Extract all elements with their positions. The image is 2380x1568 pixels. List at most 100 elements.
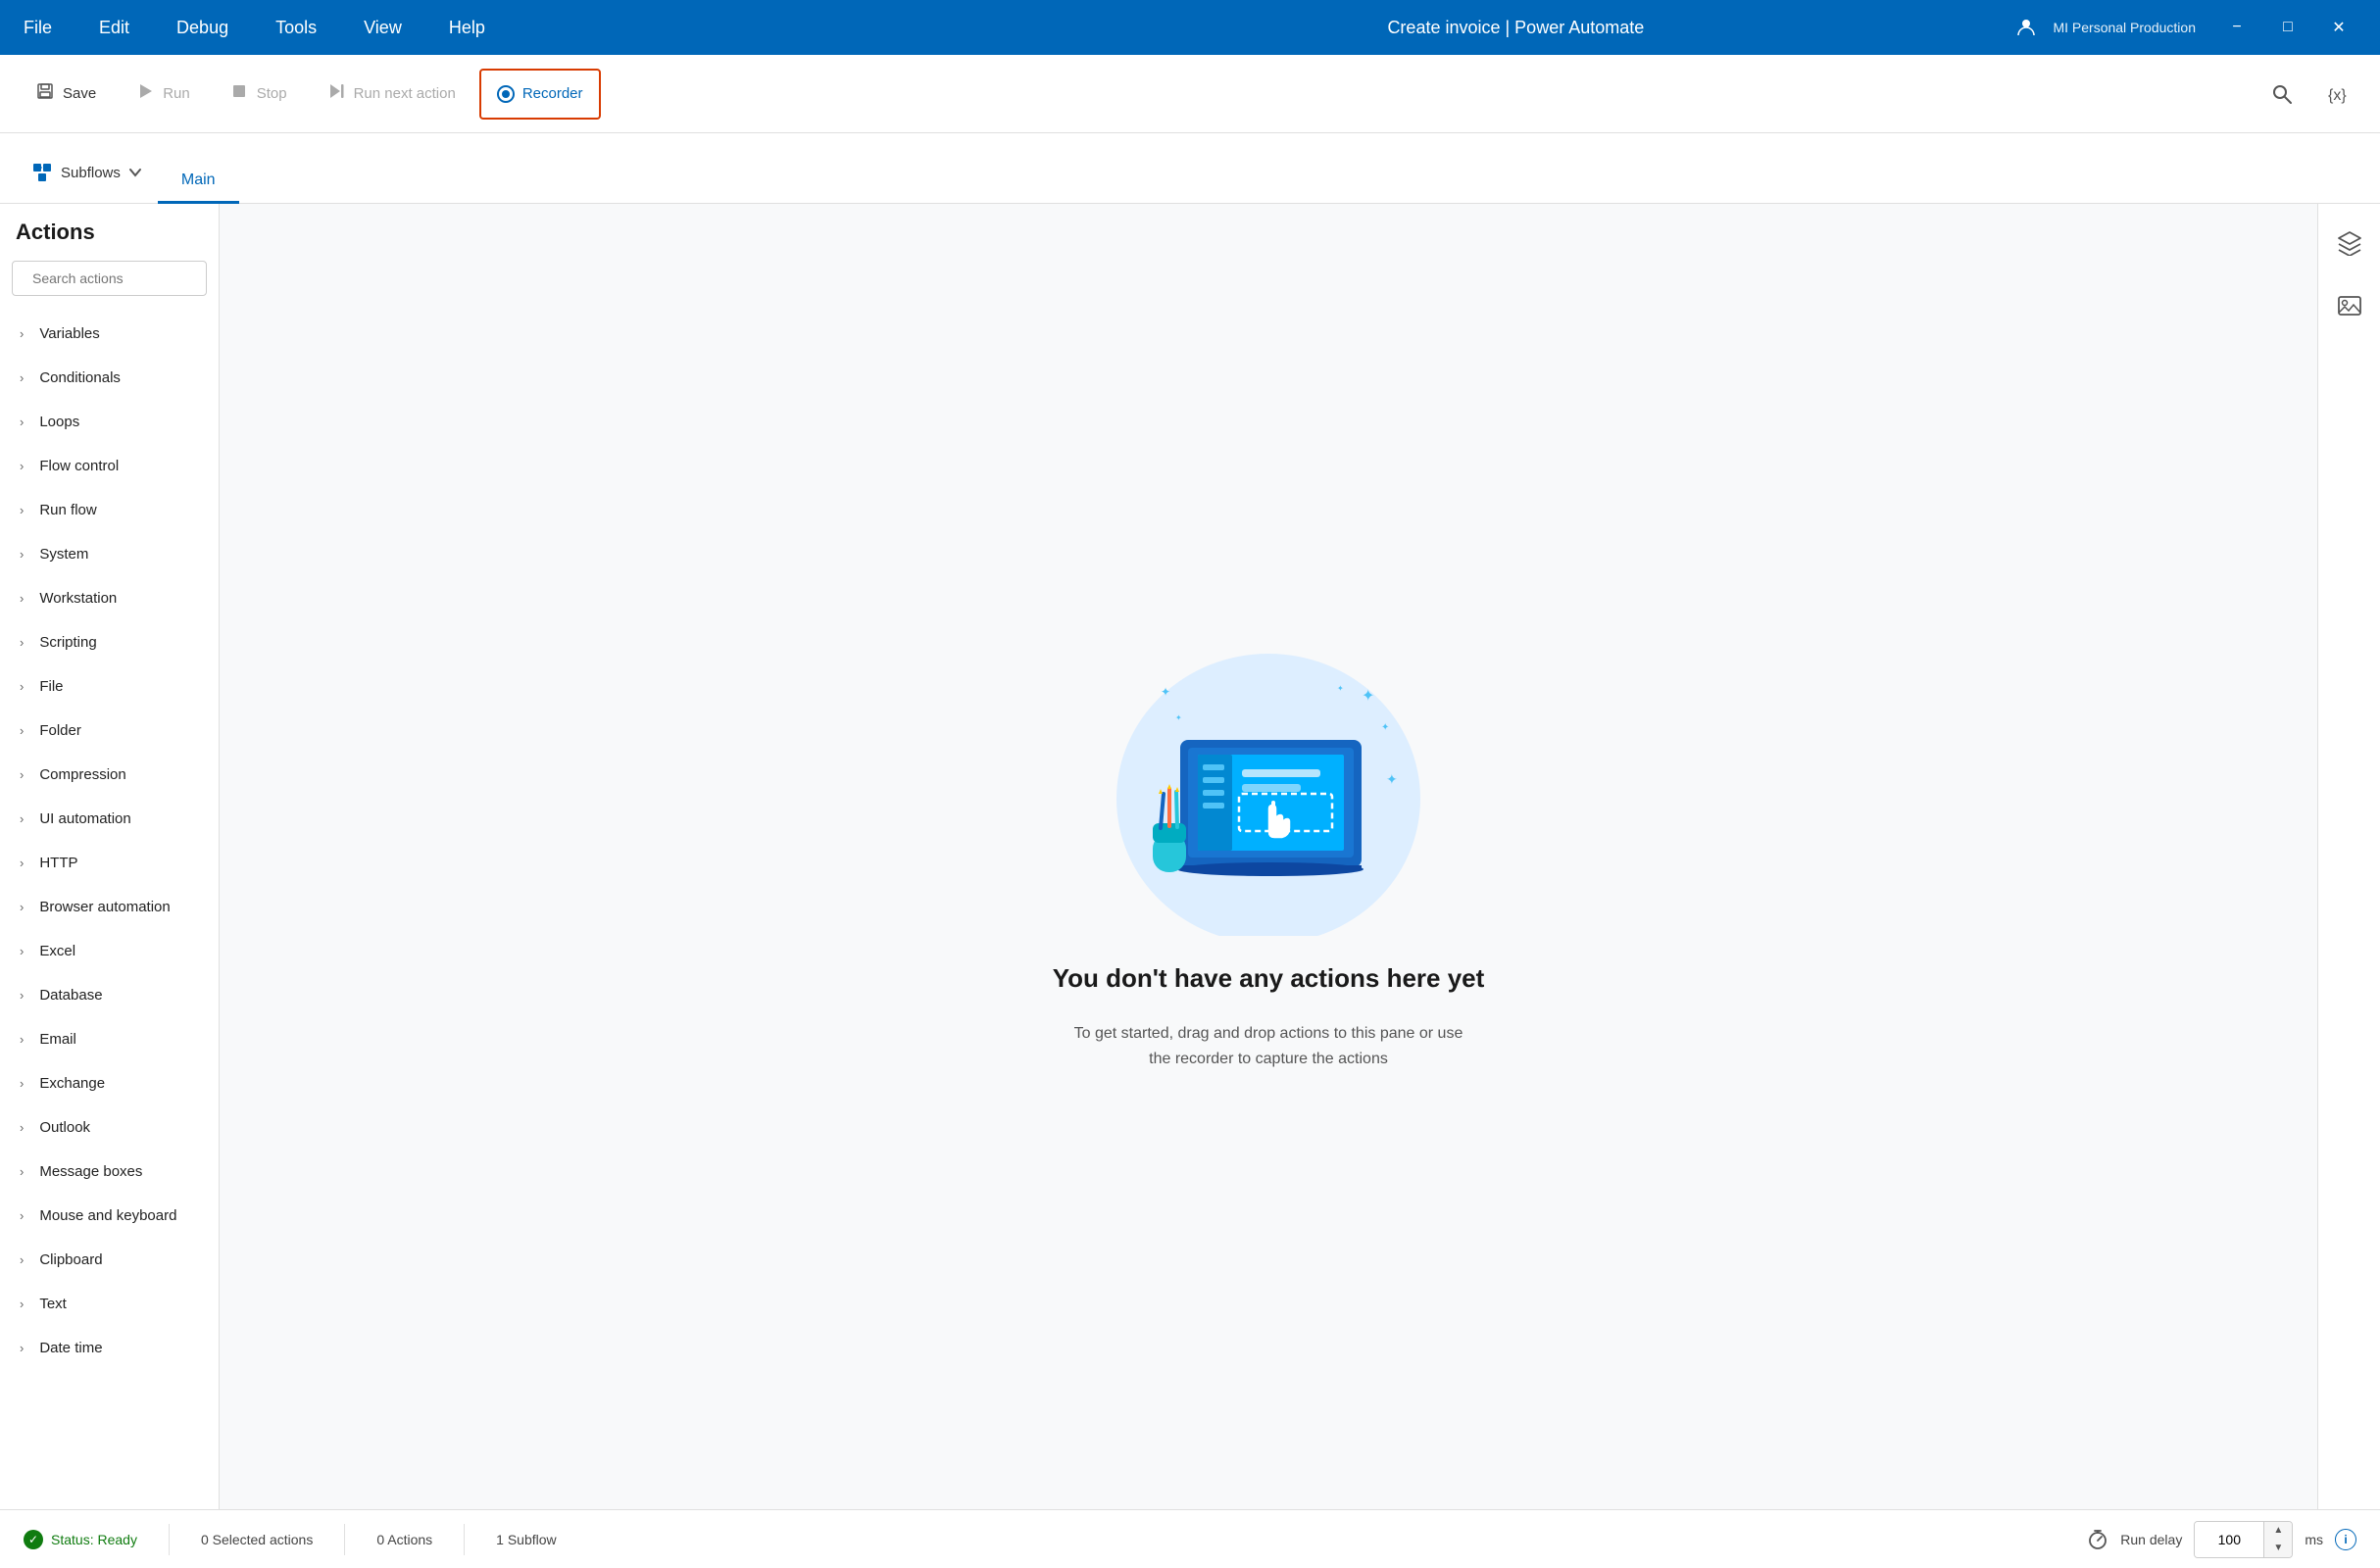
status-ready: ✓ Status: Ready xyxy=(24,1530,137,1549)
tab-main[interactable]: Main xyxy=(158,160,239,204)
menu-view[interactable]: View xyxy=(356,14,410,42)
sidebar-item-file[interactable]: › File xyxy=(0,664,219,709)
sidebar-item-label: Message boxes xyxy=(39,1163,142,1180)
sidebar-item-system[interactable]: › System xyxy=(0,532,219,576)
chevron-icon: › xyxy=(20,591,24,606)
toolbar: Save Run Stop Run next action R xyxy=(0,55,2380,133)
spinner-down-button[interactable]: ▼ xyxy=(2264,1540,2292,1557)
chevron-icon: › xyxy=(20,856,24,870)
sidebar: Actions › Variables › Conditionals › Loo… xyxy=(0,204,220,1509)
sidebar-item-text[interactable]: › Text xyxy=(0,1282,219,1326)
sidebar-item-label: Mouse and keyboard xyxy=(39,1207,176,1224)
chevron-icon: › xyxy=(20,811,24,826)
layers-button[interactable] xyxy=(2326,220,2373,267)
chevron-icon: › xyxy=(20,1076,24,1091)
sidebar-item-label: HTTP xyxy=(39,855,77,871)
sidebar-item-label: Workstation xyxy=(39,590,117,607)
spinner-up-button[interactable]: ▲ xyxy=(2264,1522,2292,1540)
sidebar-item-workstation[interactable]: › Workstation xyxy=(0,576,219,620)
search-button[interactable] xyxy=(2258,71,2306,118)
chevron-icon: › xyxy=(20,944,24,958)
sidebar-item-label: Database xyxy=(39,987,102,1004)
sidebar-item-clipboard[interactable]: › Clipboard xyxy=(0,1238,219,1282)
menu-edit[interactable]: Edit xyxy=(91,14,137,42)
sidebar-item-label: Email xyxy=(39,1031,76,1048)
sidebar-item-label: Excel xyxy=(39,943,75,959)
close-button[interactable]: ✕ xyxy=(2313,0,2364,55)
menu-file[interactable]: File xyxy=(16,14,60,42)
svg-text:{x}: {x} xyxy=(2328,87,2347,104)
stop-icon xyxy=(229,81,249,106)
chevron-icon: › xyxy=(20,1341,24,1355)
chevron-icon: › xyxy=(20,459,24,473)
subflows-label: Subflows xyxy=(61,165,121,181)
menu-tools[interactable]: Tools xyxy=(268,14,324,42)
recorder-label: Recorder xyxy=(522,85,583,102)
run-delay-group: Run delay ▲ ▼ ms i xyxy=(2087,1521,2356,1558)
sidebar-item-label: Folder xyxy=(39,722,81,739)
sidebar-header: Actions xyxy=(0,204,219,261)
sidebar-item-browser-automation[interactable]: › Browser automation xyxy=(0,885,219,929)
account-icon xyxy=(2015,17,2037,38)
sidebar-item-label: Clipboard xyxy=(39,1251,102,1268)
search-box[interactable] xyxy=(12,261,207,296)
empty-subtitle: To get started, drag and drop actions to… xyxy=(1063,1021,1474,1071)
chevron-icon: › xyxy=(20,1297,24,1311)
sidebar-item-excel[interactable]: › Excel xyxy=(0,929,219,973)
svg-text:✦: ✦ xyxy=(1337,684,1344,693)
chevron-icon: › xyxy=(20,326,24,341)
chevron-icon: › xyxy=(20,370,24,385)
maximize-button[interactable]: □ xyxy=(2262,0,2313,55)
save-icon xyxy=(35,81,55,106)
sidebar-item-outlook[interactable]: › Outlook xyxy=(0,1105,219,1150)
save-button[interactable]: Save xyxy=(20,69,112,120)
actions-count: 0 Actions xyxy=(376,1532,432,1547)
image-button[interactable] xyxy=(2326,282,2373,329)
main-layout: Actions › Variables › Conditionals › Loo… xyxy=(0,204,2380,1509)
window-controls: − □ ✕ xyxy=(2211,0,2364,55)
chevron-icon: › xyxy=(20,1120,24,1135)
run-delay-unit: ms xyxy=(2305,1532,2323,1547)
run-next-icon xyxy=(326,81,346,106)
sidebar-item-label: File xyxy=(39,678,63,695)
search-input[interactable] xyxy=(32,270,210,286)
sidebar-item-label: Date time xyxy=(39,1340,102,1356)
minimize-button[interactable]: − xyxy=(2211,0,2262,55)
sidebar-item-compression[interactable]: › Compression xyxy=(0,753,219,797)
sidebar-item-conditionals[interactable]: › Conditionals xyxy=(0,356,219,400)
sidebar-item-http[interactable]: › HTTP xyxy=(0,841,219,885)
empty-illustration: ✦ ✦ ✦ ✦ ✦ ✦ xyxy=(1082,642,1455,936)
run-delay-input[interactable] xyxy=(2195,1522,2263,1557)
sidebar-item-exchange[interactable]: › Exchange xyxy=(0,1061,219,1105)
sidebar-item-loops[interactable]: › Loops xyxy=(0,400,219,444)
sidebar-item-flow-control[interactable]: › Flow control xyxy=(0,444,219,488)
run-button[interactable]: Run xyxy=(120,69,206,120)
sidebar-item-run-flow[interactable]: › Run flow xyxy=(0,488,219,532)
titlebar-right: MI Personal Production − □ ✕ xyxy=(2015,0,2364,55)
run-next-button[interactable]: Run next action xyxy=(311,69,471,120)
sidebar-item-variables[interactable]: › Variables xyxy=(0,312,219,356)
menu-debug[interactable]: Debug xyxy=(169,14,236,42)
menu-help[interactable]: Help xyxy=(441,14,493,42)
run-delay-label: Run delay xyxy=(2120,1532,2182,1547)
subflows-button[interactable]: Subflows xyxy=(16,150,158,195)
stop-button[interactable]: Stop xyxy=(214,69,303,120)
sidebar-item-mouse-keyboard[interactable]: › Mouse and keyboard xyxy=(0,1194,219,1238)
sidebar-item-folder[interactable]: › Folder xyxy=(0,709,219,753)
variables-button[interactable]: {x} xyxy=(2313,71,2360,118)
sidebar-item-scripting[interactable]: › Scripting xyxy=(0,620,219,664)
sidebar-item-database[interactable]: › Database xyxy=(0,973,219,1017)
sidebar-item-ui-automation[interactable]: › UI automation xyxy=(0,797,219,841)
recorder-button[interactable]: Recorder xyxy=(479,69,601,120)
statusbar: ✓ Status: Ready 0 Selected actions 0 Act… xyxy=(0,1509,2380,1568)
sidebar-item-datetime[interactable]: › Date time xyxy=(0,1326,219,1370)
svg-text:✦: ✦ xyxy=(1161,685,1170,699)
info-icon[interactable]: i xyxy=(2335,1529,2356,1550)
sidebar-item-label: Text xyxy=(39,1296,67,1312)
sidebar-item-label: Variables xyxy=(39,325,99,342)
sidebar-item-label: Browser automation xyxy=(39,899,170,915)
sidebar-item-email[interactable]: › Email xyxy=(0,1017,219,1061)
sidebar-item-message-boxes[interactable]: › Message boxes xyxy=(0,1150,219,1194)
image-icon xyxy=(2337,293,2362,318)
sidebar-item-label: Run flow xyxy=(39,502,96,518)
